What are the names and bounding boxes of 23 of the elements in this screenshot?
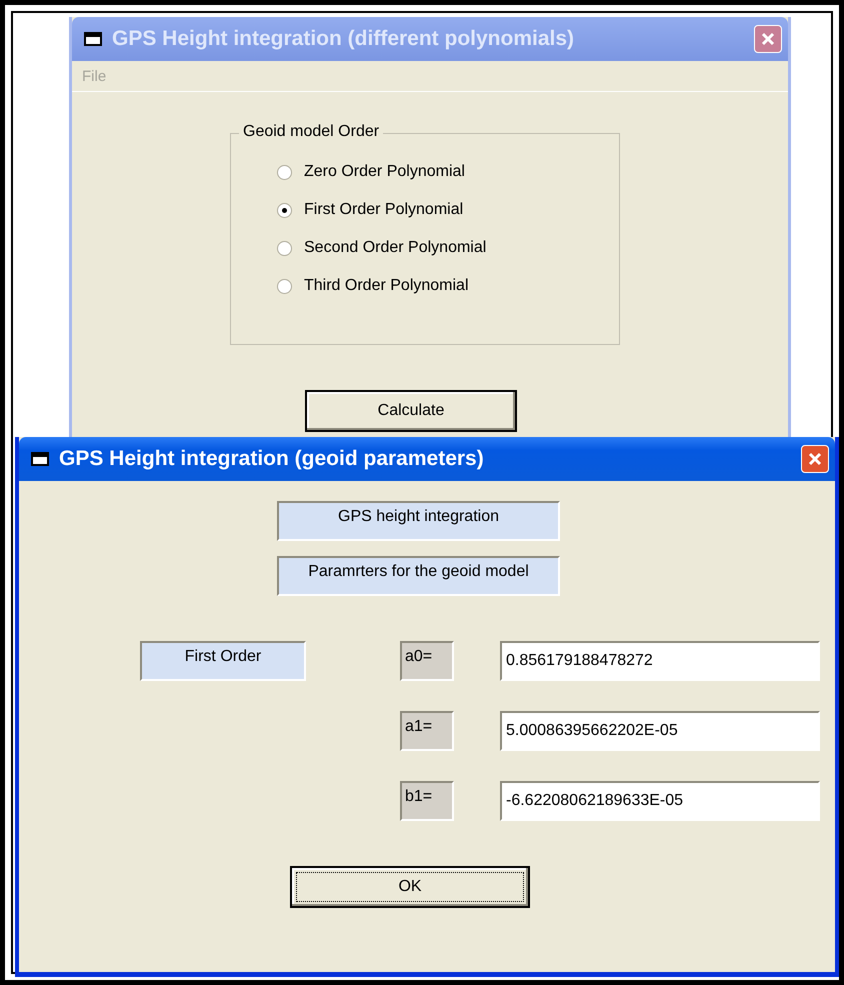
order-label: First Order (140, 641, 306, 681)
ok-button[interactable]: OK (290, 866, 530, 908)
radio-option[interactable]: First Order Polynomial (277, 201, 619, 219)
radio-option[interactable]: Second Order Polynomial (277, 239, 619, 257)
parameter-label: b1= (400, 781, 454, 821)
window-title: GPS Height integration (different polynomials) (112, 27, 576, 51)
window-icon (31, 452, 49, 466)
parameter-label: a1= (400, 711, 454, 751)
radio-option[interactable]: Third Order Polynomial (277, 277, 619, 295)
value-field[interactable]: 5.00086395662202E-05 (500, 711, 820, 751)
window-title: GPS Height integration (geoid parameters) (59, 447, 485, 471)
parameter-label: a0= (400, 641, 454, 681)
window-icon (84, 32, 102, 46)
value-field[interactable]: 0.856179188478272 (500, 641, 820, 681)
calculate-button[interactable]: Calculate (305, 390, 517, 432)
heading-label: Paramrters for the geoid model (277, 556, 560, 596)
radio-option[interactable]: Zero Order Polynomial (277, 163, 619, 181)
close-button[interactable] (801, 445, 829, 473)
close-button[interactable] (754, 25, 782, 53)
close-icon (807, 451, 823, 467)
value-field[interactable]: -6.62208062189633E-05 (500, 781, 820, 821)
close-icon (760, 31, 776, 47)
heading-label: GPS height integration (277, 501, 560, 541)
